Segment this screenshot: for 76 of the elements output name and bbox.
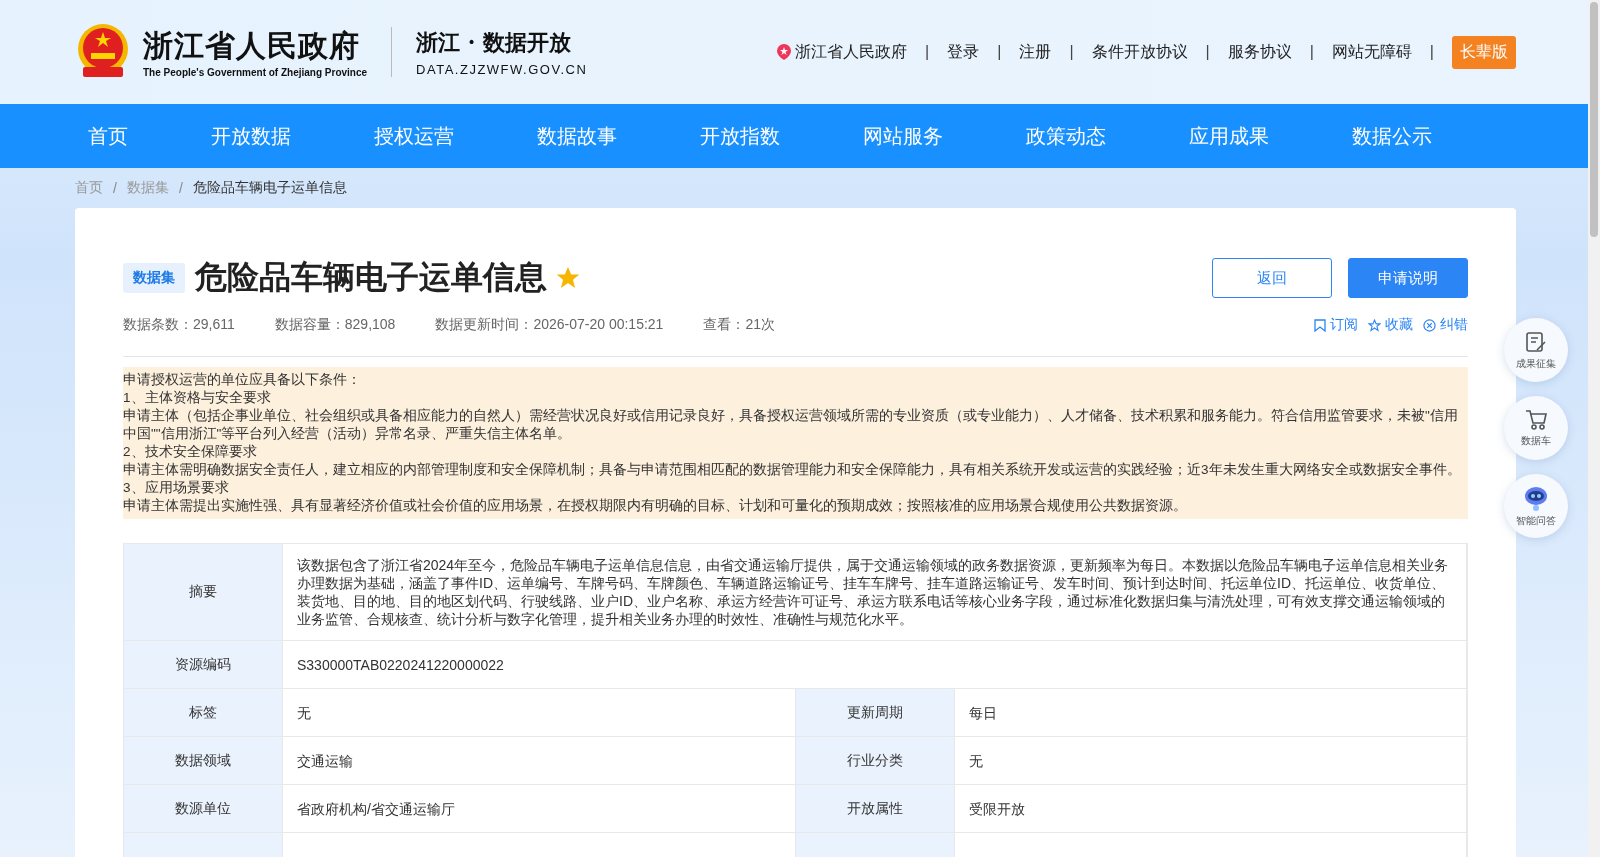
separator: | [925, 43, 930, 61]
value-cell: 省政府机构/省交通运输厅 [283, 785, 796, 832]
notice-text: 申请主体需提出实施性强、具有显著经济价值或社会价值的应用场景，在授权期限内有明确的目标、计划和可量化的预期成效；按照核准的应用场景合规使用公共数据资源。 [123, 497, 1188, 515]
nav-tab[interactable]: 开放数据 [211, 104, 291, 168]
separator: | [1069, 43, 1074, 61]
scrollbar[interactable] [1588, 0, 1600, 857]
float-tool-button[interactable]: 成果征集 [1504, 318, 1568, 382]
header-link[interactable]: 注册 [1019, 41, 1052, 63]
stat-text: 查看：21次 [703, 316, 775, 334]
action-link[interactable]: 订阅 [1314, 316, 1358, 334]
notice-text: 1、主体资格与安全要求 [123, 389, 272, 407]
separator: | [1205, 43, 1210, 61]
value-cell: 该数据包含了浙江省2024年至今，危险品车辆电子运单信息信息，由省交通运输厅提供，属于交通运输领域的政务数据资源，更新频率为每日。本数据以危险品车辆电子运单信息相关业务办理数据为基础，涵盖了事件ID、运单编号、车牌号码、车牌颜色、车辆道路运输证号、挂车车牌号、挂车道路运输证号、发车时间、预计到达时间、托运单位ID、托运单位、收货单位、装货地、目的地、目的地区划代码、行驶线路、业户ID、业户名称、承运方经营许可证号、承运方联系电话等核心业务字段，通过标准化数据归集与清洗处理，可有效支撑交通运输领域的业务监管、合规核查、统计分析与数字化管理，提升相关业务办理的时效性、准确性与规范化水平。 [283, 544, 1467, 640]
notice-text: 2、技术安全保障要求 [123, 443, 258, 461]
stat-text: 数据条数：29,611 [123, 316, 235, 334]
breadcrumb-link[interactable]: 危险品车辆电子运单信息 [192, 179, 347, 197]
label-cell: 标签 [124, 689, 283, 736]
nav-tab[interactable]: 数据故事 [537, 104, 617, 168]
nav-tab[interactable]: 开放指数 [700, 104, 780, 168]
apply-button[interactable]: 申请说明 [1348, 258, 1468, 298]
breadcrumb-separator: / [177, 180, 184, 196]
portal-domain: DATA.ZJZWFW.GOV.CN [416, 61, 588, 77]
value-cell: 每日 [954, 689, 1467, 736]
notice-text: 申请授权运营的单位应具备以下条件： [123, 371, 362, 389]
portal-name: 浙江 · 数据开放 [416, 27, 573, 57]
notice-text: 申请主体（包括企事业单位、社会组织或具备相应能力的自然人）需经营状况良好或信用记录良好，具备授权运营领域所需的专业资质（或专业能力）、人才储备、技术积累和服务能力。符合信用监管要求，未被"信用中国""信用浙江"等平台列入经营（活动）异常名录、严重失信主体名单。 [123, 407, 1459, 443]
bookmark-icon [1314, 318, 1326, 332]
site-title: 浙江省人民政府 [143, 27, 361, 65]
label-cell: 数源单位 [124, 785, 283, 832]
breadcrumb-link[interactable]: 数据集 [126, 179, 169, 197]
value-cell: 交通运输 [283, 737, 796, 784]
action-link[interactable]: 收藏 [1368, 316, 1413, 334]
nav-tab[interactable]: 网站服务 [863, 104, 943, 168]
label-cell: 更新周期 [795, 689, 955, 736]
value-cell: 受限开放 [954, 785, 1467, 832]
stat-text: 数据更新时间：2026-07-20 00:15:21 [435, 316, 664, 334]
dataset-title: 危险品车辆电子运单信息 [195, 258, 547, 297]
type-tag: 数据集 [123, 263, 185, 293]
star-outline-icon [1368, 318, 1381, 332]
nav-tab[interactable]: 政策动态 [1026, 104, 1106, 168]
close-circle-icon [1423, 318, 1436, 332]
elder-mode-button[interactable]: 长辈版 [1452, 35, 1516, 69]
value-cell: 无 [283, 689, 796, 736]
nav-tab[interactable]: 首页 [88, 104, 128, 168]
cart-icon [1524, 408, 1548, 431]
separator: | [1309, 43, 1314, 61]
notice-text: 申请主体需明确数据安全责任人，建立相应的内部管理制度和安全保障机制；具备与申请范围相匹配的数据管理能力和安全保障能力，具有相关系统开发或运营的实践经验；近3年未发生重大网络安全或数据安全事件。 [123, 461, 1462, 479]
float-tool-button[interactable]: 数据车 [1504, 396, 1568, 460]
breadcrumb-separator: / [112, 180, 118, 196]
header-link[interactable]: 服务协议 [1227, 41, 1292, 63]
nav-tab[interactable]: 数据公示 [1352, 104, 1432, 168]
action-link[interactable]: 纠错 [1423, 316, 1468, 334]
nav-tab[interactable]: 授权运营 [374, 104, 454, 168]
header-link[interactable]: 条件开放协议 [1091, 41, 1188, 63]
notice-text: 3、应用场景要求 [123, 479, 230, 497]
separator: | [1429, 43, 1434, 61]
separator: | [997, 43, 1002, 61]
location-pin-icon [776, 43, 793, 61]
header-link[interactable]: 登录 [947, 41, 980, 63]
edit-note-icon [1524, 329, 1548, 354]
robot-icon [1522, 484, 1550, 511]
value-cell: S330000TAB0220241220000022 [283, 641, 1467, 688]
value-cell: 无 [954, 737, 1467, 784]
stat-text: 数据容量：829,108 [274, 316, 396, 334]
label-cell: 摘要 [124, 544, 283, 640]
site-subtitle: The People's Government of Zhejiang Province [143, 67, 368, 78]
back-button[interactable]: 返回 [1212, 258, 1332, 298]
label-cell: 行业分类 [795, 737, 955, 784]
breadcrumb-link[interactable]: 首页 [75, 179, 103, 197]
label-cell: 资源编码 [124, 641, 283, 688]
label-cell: 开放属性 [795, 785, 955, 832]
nav-tab[interactable]: 应用成果 [1189, 104, 1269, 168]
header-link[interactable]: 网站无障碍 [1331, 41, 1412, 63]
label-cell: 数据领域 [124, 737, 283, 784]
float-tool-button[interactable]: 智能问答 [1504, 474, 1568, 538]
government-link[interactable]: 浙江省人民政府 [776, 41, 908, 63]
